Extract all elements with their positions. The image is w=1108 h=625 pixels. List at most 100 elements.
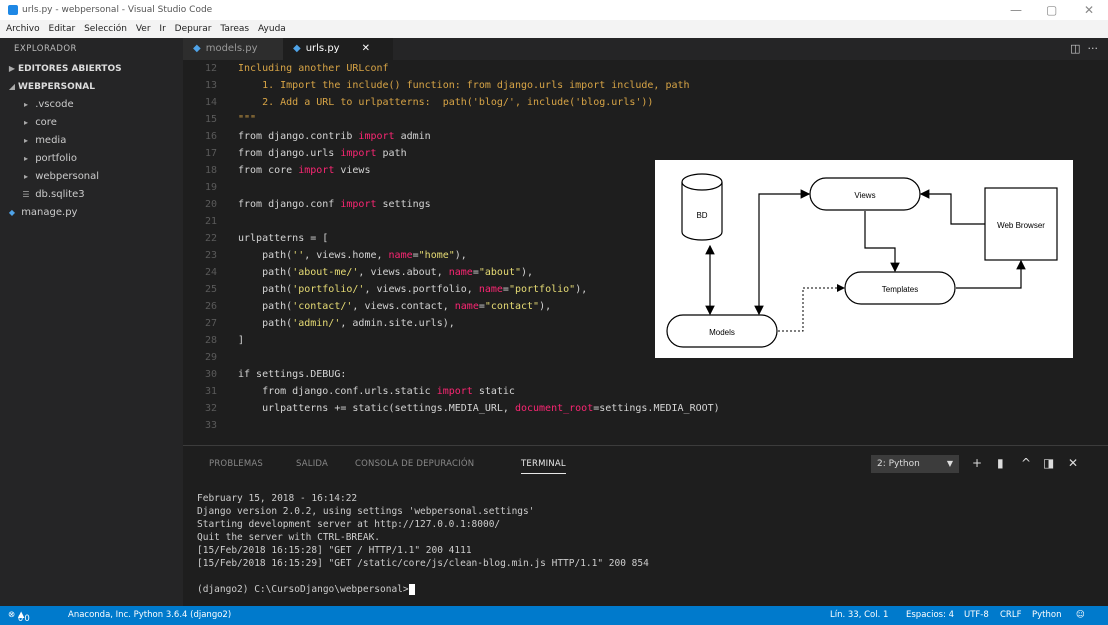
- code-token: views: [334, 165, 371, 176]
- problems-indicator[interactable]: ⊗ 0 ▲ 0: [8, 610, 30, 624]
- python-file-icon: ◆: [293, 43, 301, 54]
- chevron-right-icon: ▸: [23, 136, 28, 145]
- tree-item-vscode[interactable]: ▸ .vscode: [0, 96, 183, 114]
- code-line[interactable]: 26 path('contact/', views.contact, name=…: [183, 298, 551, 315]
- code-line[interactable]: 20 from django.conf import settings: [183, 196, 431, 213]
- maximize-panel-icon[interactable]: ^: [1021, 456, 1031, 470]
- code-line[interactable]: 16 from django.contrib import admin: [183, 128, 431, 145]
- section-webpersonal[interactable]: ◢ WEBPERSONAL: [0, 78, 183, 96]
- section-open-editors[interactable]: ▶ EDITORES ABIERTOS: [0, 60, 183, 78]
- code-line[interactable]: 12 Including another URLconf: [183, 60, 389, 77]
- code-line[interactable]: 30 if settings.DEBUG:: [183, 366, 346, 383]
- python-file-icon: ◆: [193, 43, 201, 54]
- code-token: path: [376, 148, 407, 159]
- tree-item-label: .vscode: [35, 99, 74, 110]
- menu-archivo[interactable]: Archivo: [6, 20, 40, 38]
- code-line[interactable]: 13 1. Import the include() function: fro…: [183, 77, 690, 94]
- tab-models-py[interactable]: ◆ models.py: [183, 38, 293, 60]
- tree-item-label: core: [35, 117, 57, 128]
- models-label: Models: [709, 328, 735, 337]
- code-line[interactable]: 19: [183, 179, 238, 196]
- menu-depurar[interactable]: Depurar: [175, 20, 212, 38]
- language-mode[interactable]: Python: [1032, 610, 1061, 620]
- chevron-right-icon: ▶: [8, 64, 16, 73]
- line-endings[interactable]: CRLF: [1000, 610, 1021, 620]
- chevron-down-icon: ◢: [8, 82, 16, 91]
- tree-item-core[interactable]: ▸ core: [0, 114, 183, 132]
- indentation[interactable]: Espacios: 4: [906, 610, 954, 620]
- python-interpreter[interactable]: Anaconda, Inc. Python 3.6.4 (django2): [68, 610, 231, 620]
- line-number: 13: [204, 80, 217, 91]
- chevron-right-icon: ▸: [23, 118, 28, 127]
- code-line[interactable]: 29: [183, 349, 238, 366]
- code-token: name: [448, 267, 473, 278]
- terminal-select[interactable]: 2: Python ▼: [871, 455, 959, 473]
- line-number: 24: [204, 267, 217, 278]
- tree-item-db-sqlite3[interactable]: ☰ db.sqlite3: [0, 186, 183, 204]
- new-terminal-icon[interactable]: +: [972, 456, 982, 470]
- menu-ver[interactable]: Ver: [136, 20, 151, 38]
- trash-icon[interactable]: ▮: [997, 456, 1004, 470]
- code-line[interactable]: 32 urlpatterns += static(settings.MEDIA_…: [183, 400, 720, 417]
- code-line[interactable]: 15 """: [183, 111, 256, 128]
- tab-terminal[interactable]: TERMINAL: [521, 459, 566, 474]
- code-line[interactable]: 22 urlpatterns = [: [183, 230, 328, 247]
- maximize-icon[interactable]: ▢: [1046, 3, 1057, 17]
- menu-editar[interactable]: Editar: [49, 20, 76, 38]
- code-token: "home": [418, 250, 455, 261]
- code-line[interactable]: 23 path('', views.home, name="home"),: [183, 247, 467, 264]
- smiley-icon[interactable]: ☺: [1076, 610, 1085, 620]
- code-token: ]: [238, 335, 245, 346]
- line-number: 16: [204, 131, 217, 142]
- menu-seleccion[interactable]: Selección: [84, 20, 127, 38]
- code-token: admin: [394, 131, 431, 142]
- encoding[interactable]: UTF-8: [964, 610, 989, 620]
- tree-item-portfolio[interactable]: ▸ portfolio: [0, 150, 183, 168]
- terminal-line: Quit the server with CTRL-BREAK.: [197, 531, 649, 544]
- minimize-icon[interactable]: —: [1010, 3, 1022, 17]
- code-token: path(: [238, 301, 293, 312]
- code-line[interactable]: 21: [183, 213, 238, 230]
- menu-ir[interactable]: Ir: [159, 20, 165, 38]
- tree-item-label: webpersonal: [35, 171, 100, 182]
- close-panel-icon[interactable]: ✕: [1068, 456, 1078, 470]
- chevron-down-icon: ▼: [946, 459, 953, 468]
- menu-ayuda[interactable]: Ayuda: [258, 20, 286, 38]
- tree-item-media[interactable]: ▸ media: [0, 132, 183, 150]
- tab-salida[interactable]: SALIDA: [296, 459, 328, 469]
- code-line[interactable]: 33: [183, 417, 238, 434]
- tab-problemas[interactable]: PROBLEMAS: [209, 459, 263, 469]
- line-number: 32: [204, 403, 217, 414]
- code-line[interactable]: 17 from django.urls import path: [183, 145, 407, 162]
- code-token: ),: [575, 284, 588, 295]
- code-line[interactable]: 31 from django.conf.urls.static import s…: [183, 383, 515, 400]
- tab-consola-depuracion[interactable]: CONSOLA DE DEPURACIÓN: [355, 459, 474, 469]
- code-line[interactable]: 24 path('about-me/', views.about, name="…: [183, 264, 533, 281]
- split-panel-icon[interactable]: ◨: [1043, 456, 1054, 470]
- code-line[interactable]: 27 path('admin/', admin.site.urls),: [183, 315, 455, 332]
- code-line[interactable]: 14 2. Add a URL to urlpatterns: path('bl…: [183, 94, 653, 111]
- split-editor-icon[interactable]: ◫: [1070, 42, 1080, 55]
- tree-item-webpersonal[interactable]: ▸ webpersonal: [0, 168, 183, 186]
- menu-tareas[interactable]: Tareas: [220, 20, 249, 38]
- line-number: 22: [204, 233, 217, 244]
- line-number: 29: [204, 352, 217, 363]
- line-number: 31: [204, 386, 217, 397]
- code-line[interactable]: 28]: [183, 332, 244, 349]
- more-actions-icon[interactable]: ···: [1088, 42, 1099, 55]
- line-number: 19: [204, 182, 217, 193]
- terminal-line-text: (django2) C:\CursoDjango\webpersonal>: [197, 584, 409, 595]
- close-icon[interactable]: ✕: [1084, 3, 1094, 17]
- close-tab-icon[interactable]: ✕: [362, 43, 370, 54]
- code-line[interactable]: 25 path('portfolio/', views.portfolio, n…: [183, 281, 587, 298]
- tab-urls-py[interactable]: ◆ urls.py ✕: [283, 38, 393, 60]
- line-number: 20: [204, 199, 217, 210]
- editor-tabs: ◆ models.py ◆ urls.py ✕ ◫ ···: [183, 38, 1108, 60]
- tree-item-manage-py[interactable]: ◆ manage.py: [0, 204, 183, 222]
- terminal-output[interactable]: February 15, 2018 - 16:14:22 Django versi…: [197, 492, 649, 596]
- code-token: from django.urls: [238, 148, 341, 159]
- cursor-position[interactable]: Lín. 33, Col. 1: [830, 610, 888, 620]
- code-line[interactable]: 18 from core import views: [183, 162, 371, 179]
- code-token: static: [472, 386, 515, 397]
- line-number: 18: [204, 165, 217, 176]
